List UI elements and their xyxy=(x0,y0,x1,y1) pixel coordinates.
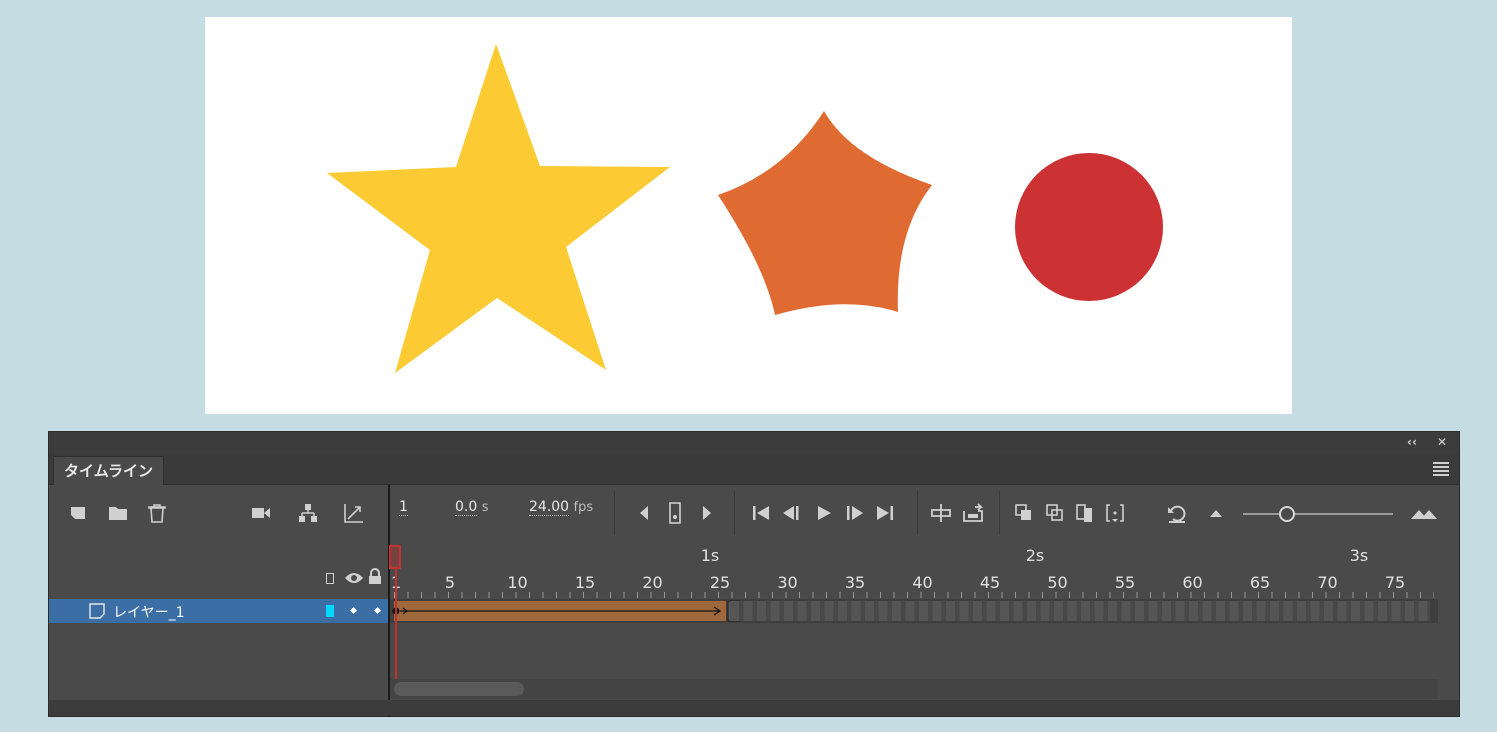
next-keyframe-icon[interactable] xyxy=(694,501,718,525)
onion-skin-outline-icon[interactable] xyxy=(1043,501,1067,525)
ruler-frame-label: 20 xyxy=(642,573,663,592)
ruler-frame-label: 15 xyxy=(574,573,596,592)
camera-icon[interactable] xyxy=(249,501,273,525)
ruler-frame-label: 25 xyxy=(709,573,731,592)
loop-icon[interactable] xyxy=(961,501,985,525)
ruler-second-label: 1s xyxy=(700,546,720,565)
new-layer-icon[interactable] xyxy=(67,501,91,525)
zoom-slider-track[interactable] xyxy=(1243,513,1393,515)
collapse-icon[interactable]: ‹‹ xyxy=(1407,435,1417,449)
center-frame-icon[interactable] xyxy=(929,501,953,525)
edit-multiple-frames-icon[interactable] xyxy=(1073,501,1097,525)
layer-color-swatch[interactable] xyxy=(326,605,334,617)
horizontal-scrollbar[interactable] xyxy=(390,679,1438,699)
tween-arrow xyxy=(392,600,741,622)
ruler-second-label: 2s xyxy=(1025,546,1045,565)
ruler-frame-label: 40 xyxy=(912,573,933,592)
visibility-dot-icon[interactable] xyxy=(349,606,358,615)
ruler-second-label: 3s xyxy=(1349,546,1369,565)
zoom-small-icon[interactable] xyxy=(1204,501,1228,525)
layer-header xyxy=(49,542,388,598)
frames-row[interactable] xyxy=(390,599,1438,623)
ruler-frame-label: 10 xyxy=(507,573,528,592)
orange-star-shape[interactable] xyxy=(718,111,932,315)
ruler-frame-label: 35 xyxy=(844,573,866,592)
current-frame[interactable]: 1 xyxy=(399,499,408,516)
layer-name[interactable]: レイヤー_1 xyxy=(113,602,185,622)
insert-keyframe-icon[interactable] xyxy=(663,501,687,525)
close-icon[interactable]: ✕ xyxy=(1437,435,1447,449)
lock-icon[interactable] xyxy=(368,568,382,585)
undo-icon[interactable] xyxy=(1165,501,1189,525)
timeline-toolbar: 1 0.0 s 24.00 fps xyxy=(49,485,1459,542)
stage-canvas[interactable] xyxy=(205,17,1292,414)
ruler-frame-label: 30 xyxy=(777,573,798,592)
tab-row: タイムライン xyxy=(49,454,1459,485)
ruler-frame-label: 65 xyxy=(1249,573,1271,592)
ruler-ticks xyxy=(394,592,1434,598)
lock-dot-icon[interactable] xyxy=(373,606,382,615)
scrollbar-thumb[interactable] xyxy=(394,682,524,696)
modify-markers-icon[interactable] xyxy=(1103,501,1127,525)
panel-resize-strip[interactable] xyxy=(49,700,1459,716)
new-folder-icon[interactable] xyxy=(106,501,130,525)
outline-toggle-icon[interactable] xyxy=(326,573,334,584)
layer-parenting-icon[interactable] xyxy=(296,501,320,525)
elapsed-time[interactable]: 0.0 s xyxy=(455,499,489,516)
ruler-frame-label: 55 xyxy=(1114,573,1136,592)
eye-icon[interactable] xyxy=(344,571,364,585)
prev-keyframe-icon[interactable] xyxy=(633,501,657,525)
red-circle-shape[interactable] xyxy=(1015,153,1163,301)
ruler-frame-label: 70 xyxy=(1317,573,1338,592)
playhead[interactable] xyxy=(389,545,401,569)
play-icon[interactable] xyxy=(812,501,836,525)
timeline-panel: ‹‹ ✕ タイムライン 1 0.0 s 24.00 fps レイヤー_1 1s … xyxy=(48,431,1460,717)
stage-artwork xyxy=(327,44,1163,373)
onion-skin-icon[interactable] xyxy=(1012,501,1036,525)
yellow-star-shape[interactable] xyxy=(327,44,670,373)
empty-frames[interactable] xyxy=(730,601,1430,621)
step-forward-icon[interactable] xyxy=(842,501,866,525)
graph-icon[interactable] xyxy=(342,501,366,525)
frame-rate[interactable]: 24.00 fps xyxy=(529,499,593,516)
go-to-first-frame-icon[interactable] xyxy=(749,501,773,525)
ruler-frame-label: 60 xyxy=(1182,573,1203,592)
delete-layer-icon[interactable] xyxy=(145,501,169,525)
ruler-frame-label: 5 xyxy=(444,573,456,592)
step-back-icon[interactable] xyxy=(780,501,804,525)
layer-type-icon xyxy=(89,603,105,619)
frame-ruler[interactable]: 1s 2s 3s 151015202530354045505560657075 xyxy=(390,542,1438,598)
go-to-last-frame-icon[interactable] xyxy=(873,501,897,525)
ruler-frame-label: 75 xyxy=(1384,573,1406,592)
panel-title-bar: ‹‹ ✕ xyxy=(49,432,1459,454)
playhead-line xyxy=(395,568,397,680)
zoom-large-icon[interactable] xyxy=(1409,501,1441,525)
ruler-frame-label: 45 xyxy=(979,573,1001,592)
layer-row[interactable]: レイヤー_1 xyxy=(49,599,388,623)
panel-menu-icon[interactable] xyxy=(1433,462,1449,478)
zoom-slider-icon[interactable] xyxy=(1279,506,1295,522)
ruler-frame-label: 50 xyxy=(1047,573,1068,592)
tab-timeline[interactable]: タイムライン xyxy=(53,456,164,485)
